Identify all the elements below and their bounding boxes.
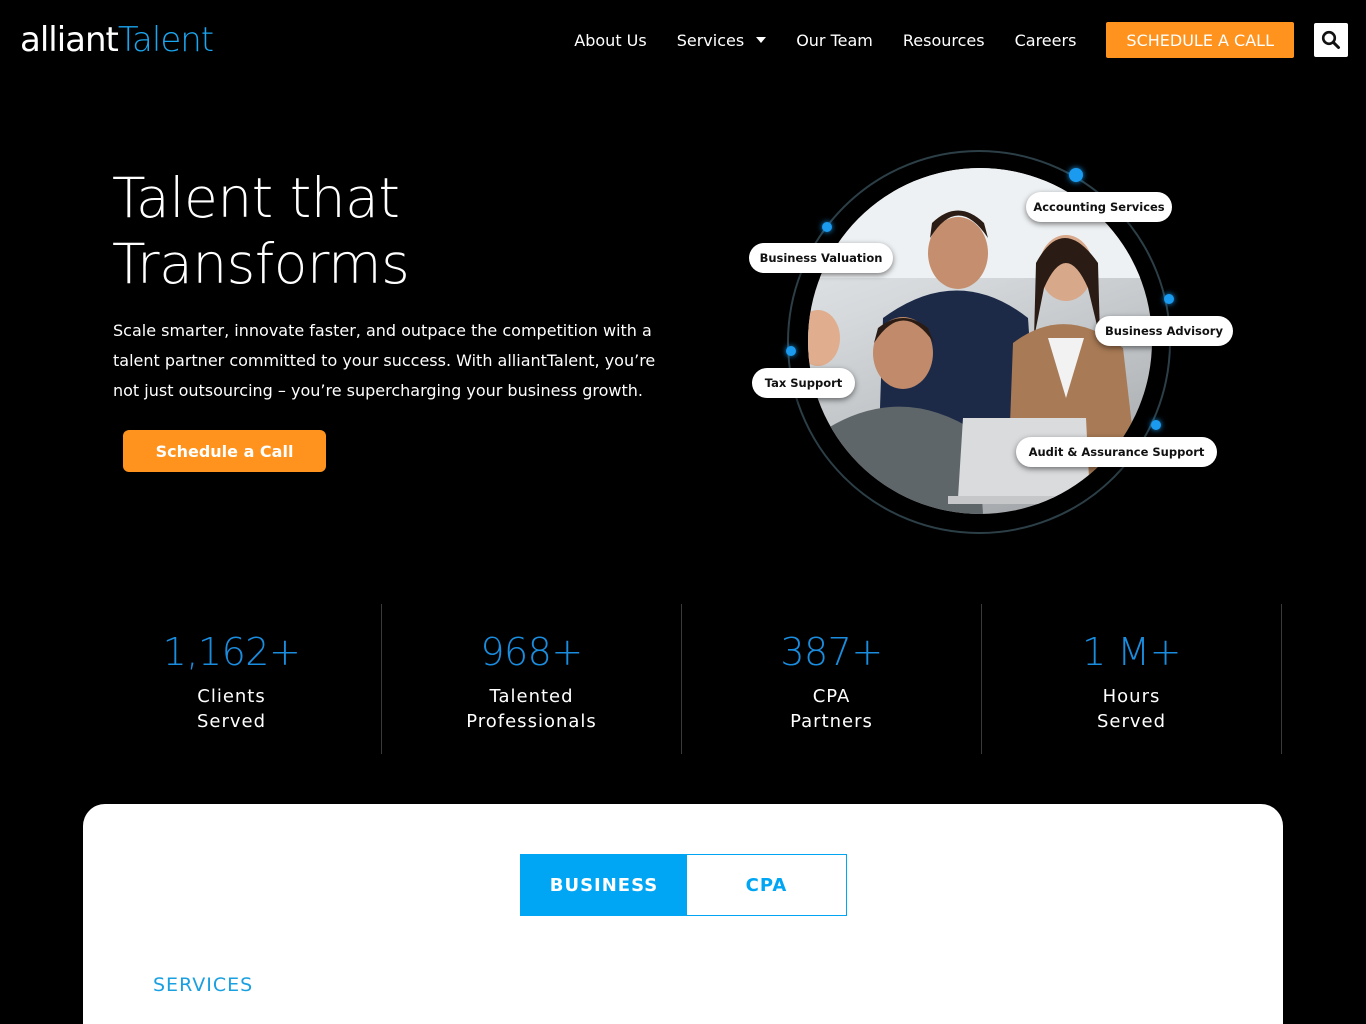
nav-resources-label: Resources [902, 30, 985, 50]
ring-dot [1069, 168, 1083, 182]
tab-cpa[interactable]: CPA [687, 855, 846, 915]
stat-clients: 1,162+ Clients Served [82, 604, 382, 754]
services-card: BUSINESS CPA SERVICES [83, 804, 1283, 1024]
service-pill-audit: Audit & Assurance Support [1016, 437, 1217, 467]
stat-value: 1,162+ [162, 630, 301, 674]
nav-our-team[interactable]: Our Team [796, 31, 873, 50]
nav-services[interactable]: Services [676, 30, 767, 50]
ring-dot [786, 346, 796, 356]
nav-services-label: Services [676, 30, 745, 50]
nav-careers-label: Careers [1014, 30, 1077, 50]
stat-label-line: Served [196, 711, 267, 732]
service-pill-tax: Tax Support [752, 368, 855, 398]
logo-part-2: Talent [117, 20, 214, 60]
service-pill-advisory: Business Advisory [1095, 316, 1233, 346]
logo-part-1: alliant [20, 20, 119, 60]
stat-label: Talented Professionals [382, 684, 681, 734]
schedule-call-button[interactable]: SCHEDULE A CALL [1106, 22, 1294, 58]
stat-value: 968+ [480, 630, 583, 674]
service-pill-accounting: Accounting Services [1026, 192, 1172, 222]
nav-about-us-label: About Us [574, 30, 647, 50]
stat-label-line: Professionals [466, 711, 597, 732]
ring-dot [822, 222, 832, 232]
stat-professionals: 968+ Talented Professionals [382, 604, 682, 754]
stat-label-line: Talented [489, 686, 574, 707]
stat-label-line: Partners [790, 711, 873, 732]
stat-label: Hours Served [982, 684, 1281, 734]
stat-label: Clients Served [82, 684, 381, 734]
tab-business[interactable]: BUSINESS [521, 855, 687, 915]
ring-dot [1151, 420, 1161, 430]
stat-hours: 1 M+ Hours Served [982, 604, 1282, 754]
main-nav: About Us Services Our Team Resources Car… [574, 22, 1348, 58]
nav-our-team-label: Our Team [796, 30, 873, 50]
service-pill-valuation: Business Valuation [749, 243, 893, 273]
search-icon [1321, 30, 1340, 49]
stat-label-line: Served [1096, 711, 1167, 732]
hero-title-line-1: Talent that [112, 166, 400, 230]
search-button[interactable] [1314, 23, 1348, 57]
hero-schedule-call-button[interactable]: Schedule a Call [123, 430, 326, 472]
stat-cpa-partners: 387+ CPA Partners [682, 604, 982, 754]
section-label: SERVICES [153, 974, 254, 996]
hero-title: Talent that Transforms [112, 165, 612, 297]
stat-label-line: Clients [197, 686, 266, 707]
audience-tabs: BUSINESS CPA [520, 854, 847, 916]
hero-title-line-2: Transforms [112, 232, 410, 296]
stat-label-line: Hours [1102, 686, 1161, 707]
stat-label: CPA Partners [682, 684, 981, 734]
ring-dot [1164, 294, 1174, 304]
stat-value: 1 M+ [1082, 630, 1181, 674]
stat-value: 387+ [780, 630, 883, 674]
stat-label-line: CPA [812, 686, 851, 707]
hero-description: Scale smarter, innovate faster, and outp… [113, 321, 656, 400]
logo[interactable]: alliantTalent [20, 20, 214, 60]
caret-down-icon [756, 37, 767, 43]
nav-about-us[interactable]: About Us [574, 31, 646, 50]
nav-resources[interactable]: Resources [903, 31, 985, 50]
nav-careers[interactable]: Careers [1015, 31, 1077, 50]
